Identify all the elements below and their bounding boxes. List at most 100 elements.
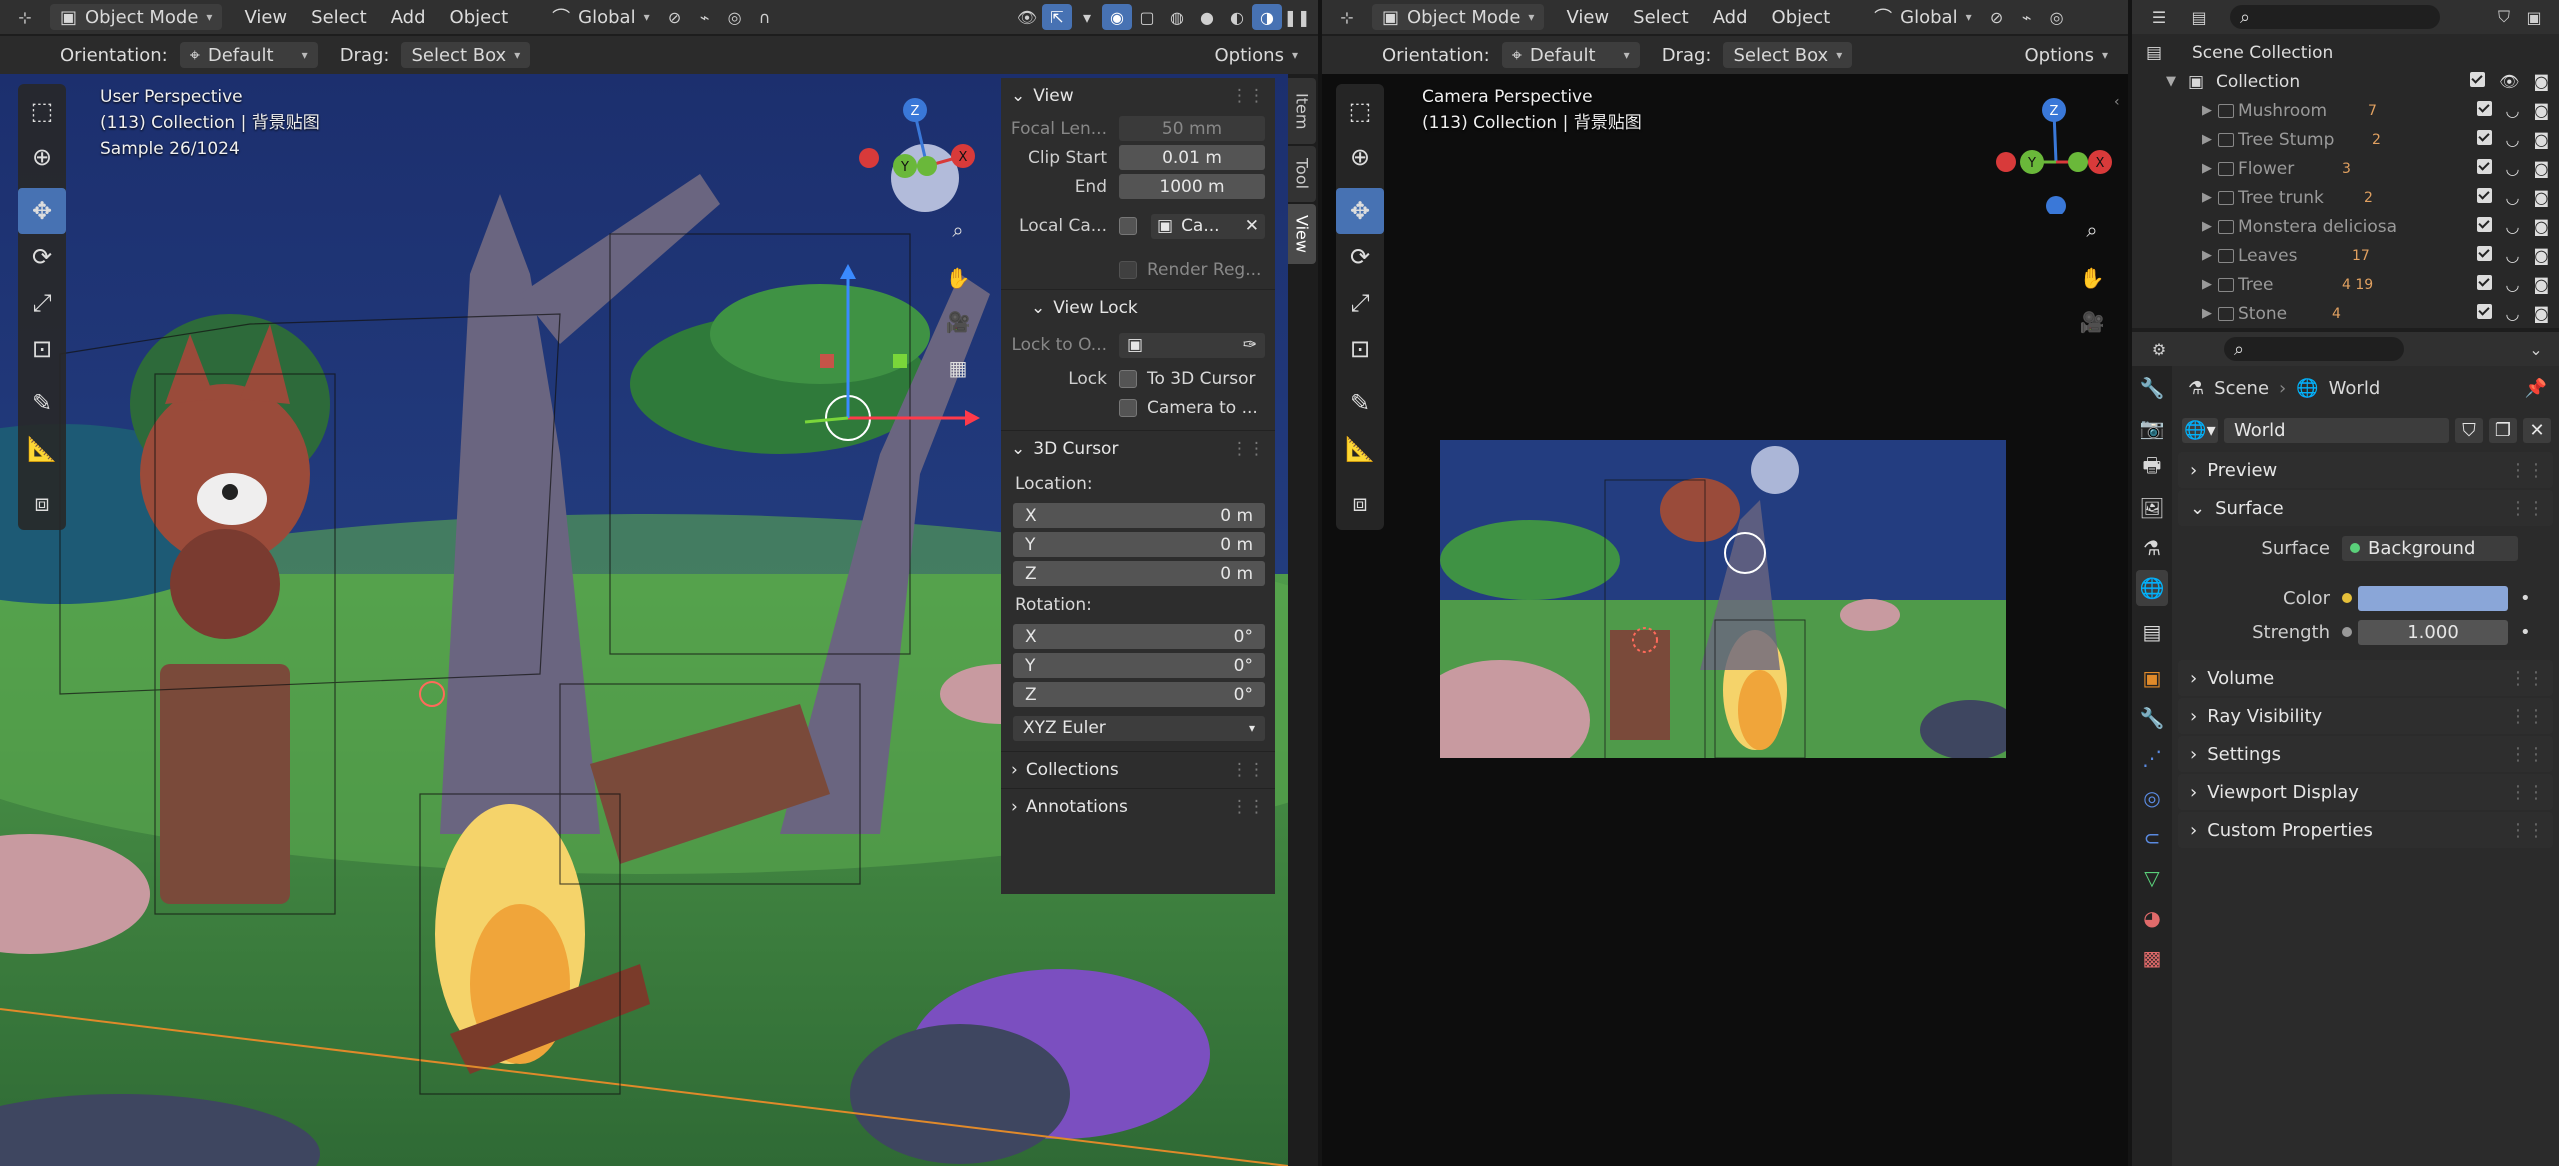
outliner-item[interactable]: ▶ Flower 3 ◡ ◙ [2132,154,2559,183]
strength-field[interactable]: 1.000 [2358,619,2508,645]
outliner-search-input[interactable]: ⌕ [2230,5,2440,29]
properties-editor-icon[interactable]: ⚙ [2144,336,2174,362]
drag-handle-icon[interactable]: ⋮⋮ [2509,782,2545,803]
pan-hand-icon[interactable]: ✋ [940,260,976,296]
shading-rendered-icon[interactable]: ◑ [1252,4,1282,30]
tab-view[interactable]: View [1288,204,1316,264]
left-options-dropdown[interactable]: Options ▾ [1205,42,1308,68]
left-menu-select[interactable]: Select [299,7,379,28]
fake-user-shield-icon[interactable]: ⛉ [2455,417,2483,443]
drag-handle-icon[interactable]: ⋮⋮ [1231,86,1265,106]
physics-tab-icon[interactable]: ◎ [2136,780,2168,816]
orientation-dropdown[interactable]: ⌖ Default ▾ [179,42,318,68]
editor-type-icon[interactable]: ⊹ [1332,4,1362,30]
lock-to-object-field[interactable]: ▣ ✑ [1119,332,1265,358]
cursor-icon[interactable]: ⊕ [18,134,66,180]
drag-handle-icon[interactable]: ⋮⋮ [1231,439,1265,459]
world-color-swatch[interactable] [2358,585,2508,611]
lock-cursor-checkbox[interactable] [1119,369,1137,388]
exclude-checkbox[interactable] [2476,304,2492,319]
outliner-item[interactable]: ▶ Tree Stump 2 ◡ ◙ [2132,125,2559,154]
clip-end-field[interactable]: 1000 m [1119,174,1265,199]
measure-icon[interactable]: 📐 [1336,426,1384,472]
add-cube-icon[interactable]: ⧈ [18,480,66,526]
drag-handle-icon[interactable]: ⋮⋮ [2509,668,2545,689]
hide-icon[interactable]: ◡ [2506,246,2520,265]
scale-icon[interactable]: ⤢ [1336,280,1384,326]
cursor-location-x[interactable]: X0 m [1013,503,1265,528]
annotations-header[interactable]: › Annotations ⋮⋮ [1001,788,1275,825]
preview-panel-header[interactable]: › Preview ⋮⋮ [2178,452,2553,488]
render-camera-icon[interactable]: ◙ [2533,72,2549,91]
chevron-down-icon[interactable]: ⌄ [2521,336,2551,362]
outliner-item[interactable]: ▶ Stone 4 ◡ ◙ [2132,299,2559,328]
particles-tab-icon[interactable]: ⋰ [2136,740,2168,776]
outliner-item[interactable]: ▶ Tree 4 19 ◡ ◙ [2132,270,2559,299]
exclude-checkbox[interactable] [2476,188,2492,203]
scene-collection-row[interactable]: ▤ Scene Collection [2132,38,2559,67]
surface-panel-header[interactable]: ⌄ Surface ⋮⋮ [2178,490,2553,526]
left-menu-view[interactable]: View [232,7,299,28]
view-layer-tab-icon[interactable]: 🖼 [2136,490,2168,526]
chevron-right-icon[interactable]: ▶ [2202,248,2212,263]
drag-handle-icon[interactable]: ⋮⋮ [2509,706,2545,727]
drag-handle-icon[interactable]: ⋮⋮ [1231,760,1265,780]
sidebar-toggle-icon[interactable]: ‹ [2114,94,2120,110]
ortho-grid-icon[interactable]: ▦ [940,350,976,386]
pause-render-icon[interactable]: ❚❚ [1282,4,1312,30]
custom-properties-panel-header[interactable]: › Custom Properties ⋮⋮ [2178,812,2553,848]
display-mode-icon[interactable]: ▤ [2184,4,2214,30]
visibility-icon[interactable]: 👁 [1012,4,1042,30]
drag-handle-icon[interactable]: ⋮⋮ [2509,498,2545,519]
hide-icon[interactable]: ◡ [2506,217,2520,236]
hide-icon[interactable]: ◡ [2506,188,2520,207]
3d-cursor-header[interactable]: ⌄ 3D Cursor ⋮⋮ [1001,430,1275,467]
cursor-location-y[interactable]: Y0 m [1013,532,1265,557]
right-options-dropdown[interactable]: Options ▾ [2015,42,2118,68]
zoom-icon[interactable]: ⌕ [2074,212,2110,248]
rotation-mode-dropdown[interactable]: XYZ Euler ▾ [1013,715,1265,741]
exclude-checkbox[interactable] [2476,101,2492,116]
camera-to-view-checkbox[interactable] [1119,398,1137,417]
keyframe-dot-icon[interactable]: • [2520,588,2531,609]
outliner-item[interactable]: ▶ Leaves 17 ◡ ◙ [2132,241,2559,270]
drag-handle-icon[interactable]: ⋮⋮ [2509,820,2545,841]
proportional-icon[interactable]: ◎ [720,4,750,30]
outliner-item[interactable]: ▶ Tree trunk 2 ◡ ◙ [2132,183,2559,212]
left-menu-object[interactable]: Object [438,7,521,28]
hide-icon[interactable]: ◡ [2506,159,2520,178]
select-box-icon[interactable]: ⬚ [1336,88,1384,134]
orientation-dropdown[interactable]: ⌖ Default ▾ [1501,42,1640,68]
camera-view-icon[interactable]: 🎥 [2074,304,2110,340]
gizmo-toggle-icon[interactable]: ⇱ [1042,4,1072,30]
right-mode-dropdown[interactable]: ▣ Object Mode ▾ [1372,4,1545,30]
view-lock-header[interactable]: ⌄ View Lock [1001,289,1275,326]
new-collection-icon[interactable]: ▣ [2519,4,2549,30]
proportional-icon[interactable]: ◎ [2042,4,2072,30]
hide-icon[interactable]: ◡ [2506,275,2520,294]
left-menu-add[interactable]: Add [379,7,438,28]
outliner-item[interactable]: ▶ Monstera deliciosa ◡ ◙ [2132,212,2559,241]
drag-dropdown[interactable]: Select Box ▾ [1723,42,1853,68]
shading-solid-icon[interactable]: ● [1192,4,1222,30]
filter-icon[interactable]: ⛉ [2489,4,2519,30]
tab-item[interactable]: Item [1288,78,1316,144]
hide-icon[interactable]: ◡ [2506,304,2520,323]
chevron-right-icon[interactable]: ▶ [2202,161,2212,176]
transform-icon[interactable]: ⊡ [1336,326,1384,372]
snap-icon[interactable]: ⌁ [690,4,720,30]
duplicate-icon[interactable]: ❐ [2489,417,2517,443]
drag-handle-icon[interactable]: ⋮⋮ [1231,797,1265,817]
clip-start-field[interactable]: 0.01 m [1119,145,1265,170]
properties-search-input[interactable]: ⌕ [2224,337,2404,361]
scene-tab-icon[interactable]: ⚗ [2136,530,2168,566]
unlink-icon[interactable]: ✕ [2523,417,2551,443]
collection-checkbox[interactable] [2470,72,2486,87]
xray-icon[interactable]: ▢ [1132,4,1162,30]
rotate-icon[interactable]: ⟳ [1336,234,1384,280]
chevron-right-icon[interactable]: ▶ [2202,132,2212,147]
render-tab-icon[interactable]: 📷 [2136,410,2168,446]
eye-icon[interactable]: 👁 [2499,72,2519,91]
collections-header[interactable]: › Collections ⋮⋮ [1001,751,1275,788]
cursor-location-z[interactable]: Z0 m [1013,561,1265,586]
